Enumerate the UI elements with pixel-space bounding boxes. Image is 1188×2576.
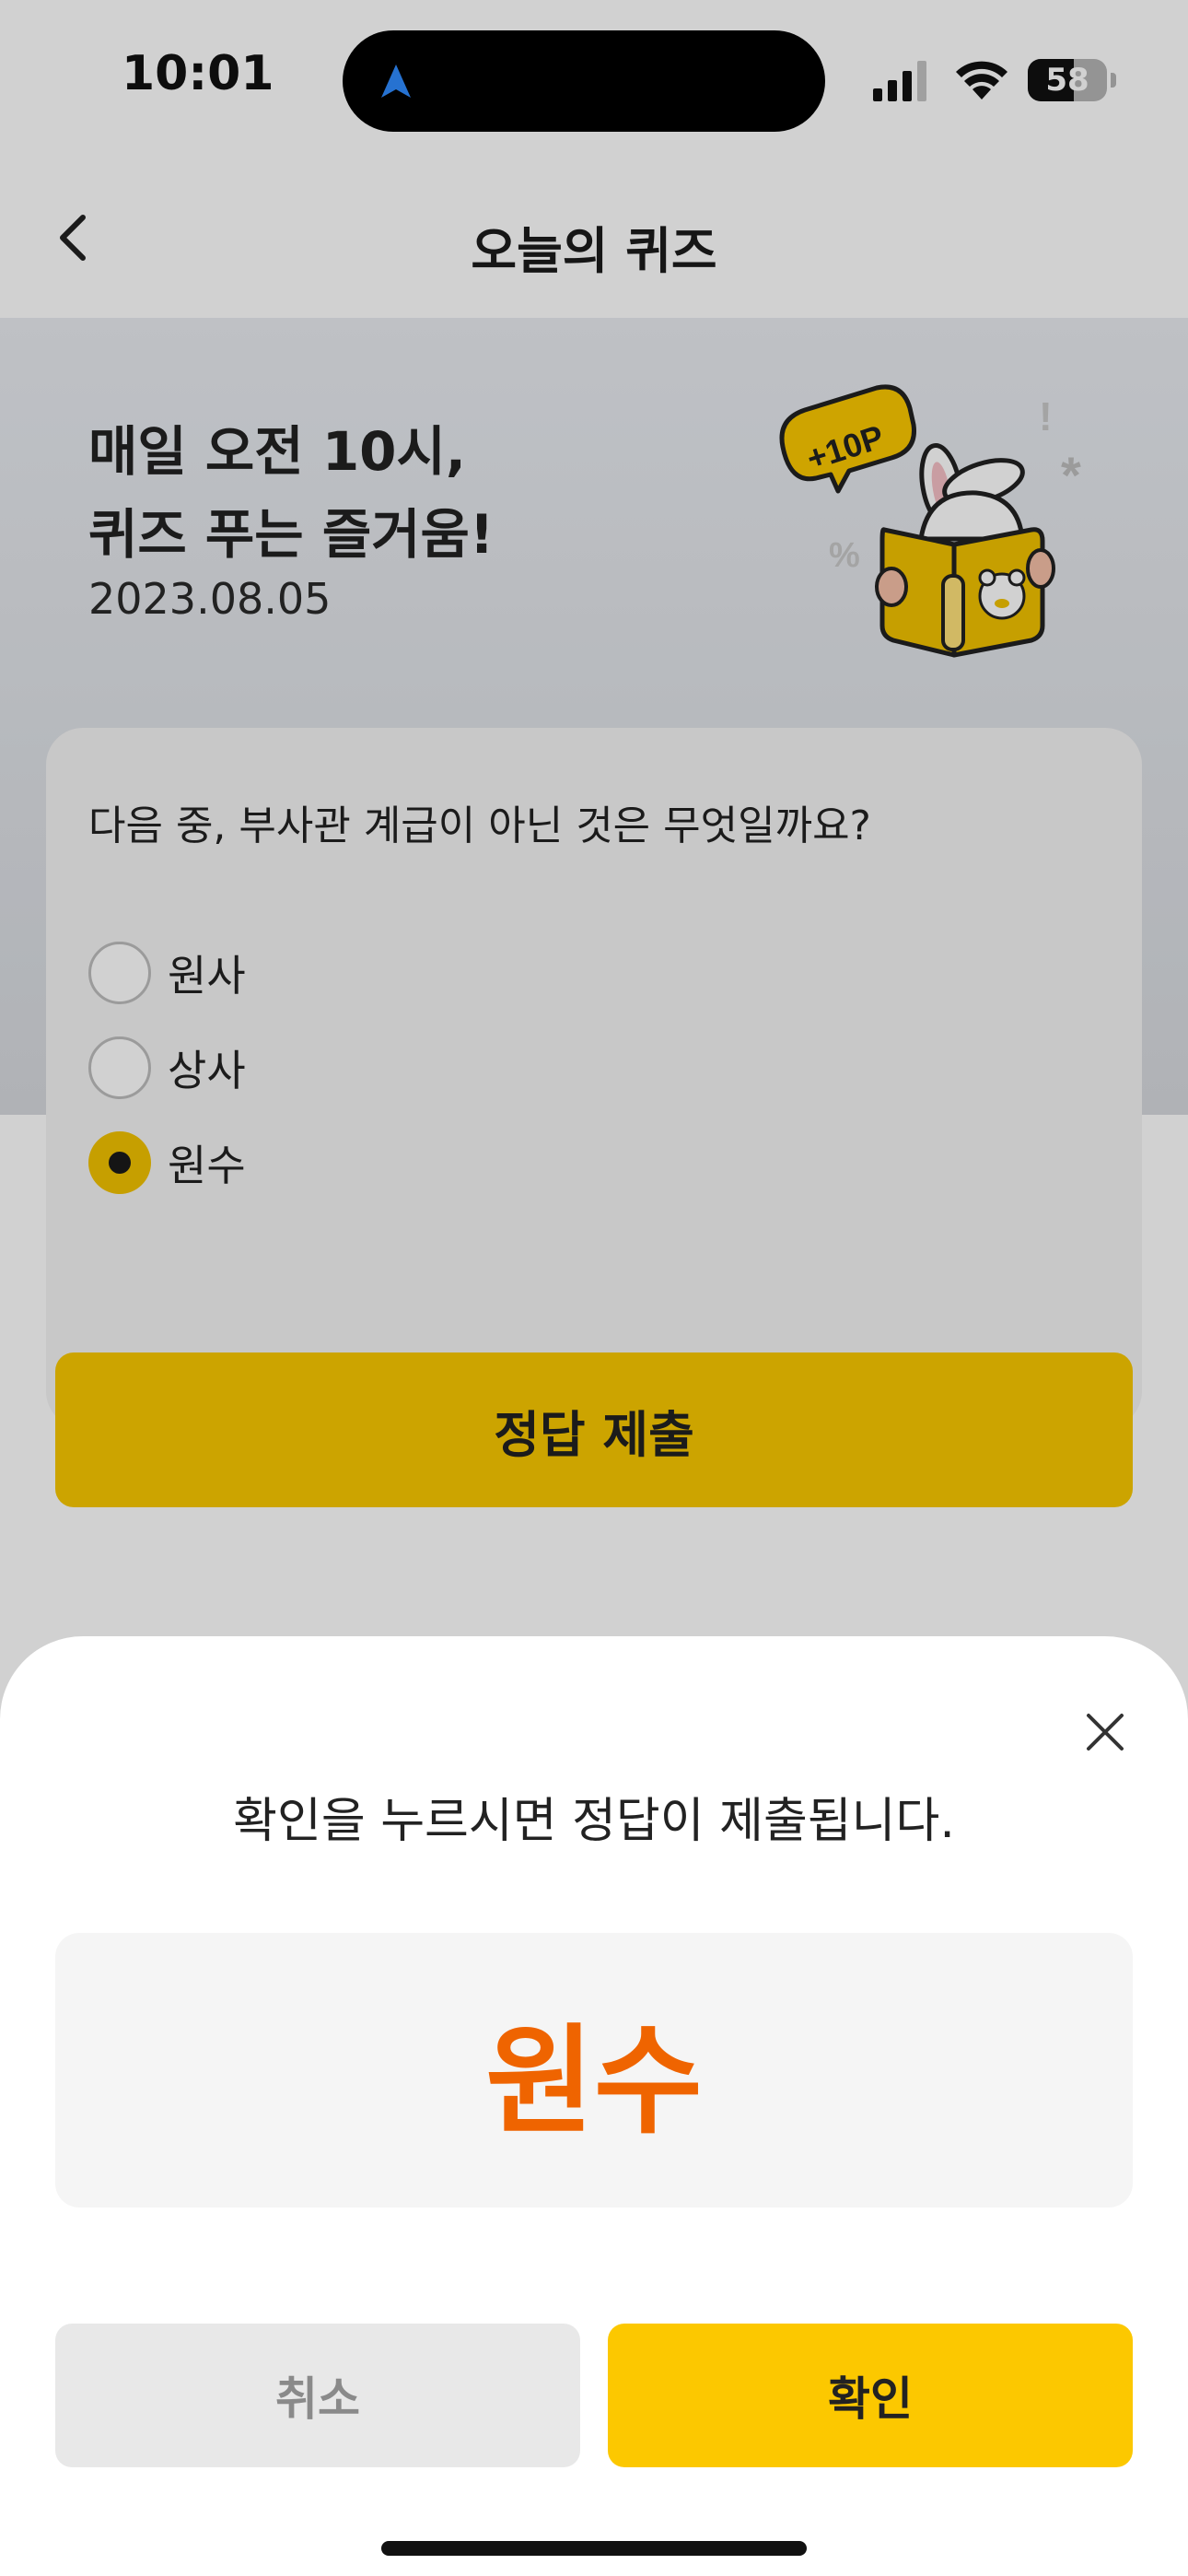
selected-answer-box: 원수 [55, 1933, 1133, 2207]
close-icon[interactable] [1083, 1710, 1127, 1754]
confirm-message: 확인을 누르시면 정답이 제출됩니다. [233, 1794, 955, 1849]
confirm-button[interactable]: 확인 [608, 2324, 1133, 2467]
home-indicator[interactable] [381, 2541, 807, 2556]
selected-answer: 원수 [485, 2012, 703, 2150]
cancel-button[interactable]: 취소 [55, 2324, 580, 2467]
confirm-bottom-sheet: 확인을 누르시면 정답이 제출됩니다. 원수 취소 확인 [0, 1636, 1188, 2576]
